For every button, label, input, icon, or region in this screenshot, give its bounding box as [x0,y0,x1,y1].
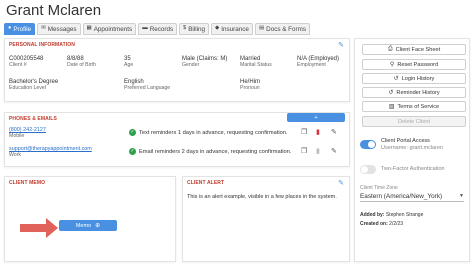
tab-messages[interactable]: ✉ Messages [37,23,81,35]
folder-icon: ▬ [142,25,148,32]
alert-text: This is an alert example, visible in a f… [187,194,337,200]
dollar-icon: $ [183,25,187,32]
field-education-level: Bachelor's Degree Education Level [9,79,59,91]
field-employment: N/A (Employed) Employment [297,56,340,68]
portal-access-toggle[interactable] [360,140,376,149]
timezone-select[interactable]: Eastern (America/New_York) ▼ [360,191,464,202]
section-title: CLIENT MEMO [9,180,46,186]
add-contact-button[interactable]: + [287,113,345,122]
client-alert-panel: CLIENT ALERT ✎ This is an alert example,… [182,176,350,262]
check-circle-icon: ✓ [129,148,136,155]
reset-password-button[interactable]: ⚲ Reset Password [362,59,466,70]
contact-row: support@therapyappointment.com Work [9,146,92,158]
field-pronoun: He/Him Pronoun [240,79,261,91]
tab-label: Insurance [221,25,249,33]
edit-icon[interactable]: ✎ [331,148,337,155]
trash-icon[interactable]: ▮ [316,129,320,136]
two-factor-label: Two-Factor Authentication [381,166,445,172]
client-face-sheet-button[interactable]: ⎙ Client Face Sheet [362,44,466,55]
caret-down-icon: ▼ [459,193,464,199]
field-date-of-birth: 8/8/88 Date of Birth [67,56,96,68]
calendar-icon: ▦ [86,25,92,32]
delete-client-button[interactable]: Delete Client [362,116,466,127]
client-name: Grant Mclaren [6,2,102,19]
created-on: Created on: 2/2/23 [360,221,404,227]
field-gender: Male (Claims: M) Gender [182,56,228,68]
field-client-number: C000205548 Client # [9,56,44,68]
reminder-note: ✓ Email reminders 2 days in advance, req… [129,148,292,155]
tab-docs-forms[interactable]: ▤ Docs & Forms [254,23,311,35]
contact-type: Work [9,152,22,158]
field-marital-status: Married Marital Status [240,56,272,68]
user-icon: ● [8,25,12,32]
tab-label: Docs & Forms [266,25,307,33]
copy-icon[interactable]: ❐ [301,148,307,155]
tab-insurance[interactable]: ◆ Insurance [211,23,253,35]
document-icon: ▤ [258,25,265,32]
reminder-history-button[interactable]: ↺ Reminder History [362,87,466,98]
added-by: Added by: Stephen Strange [360,212,424,218]
message-icon: ✉ [41,25,46,32]
contact-row: (800) 242-2127 Mobile [9,127,46,139]
contact-value[interactable]: support@therapyappointment.com [9,146,92,152]
personal-information-panel: PERSONAL INFORMATION ✎ C000205548 Client… [4,38,350,102]
trash-icon[interactable]: ▮ [316,148,320,155]
phones-emails-panel: PHONES & EMAILS + (800) 242-2127 Mobile … [4,112,350,167]
section-title: CLIENT ALERT [187,180,225,186]
copy-icon[interactable]: ❐ [301,129,307,136]
contact-type: Mobile [9,133,25,139]
field-age: 35 Age [124,56,134,68]
tab-label: Records [149,25,174,33]
two-factor-toggle[interactable] [360,165,376,174]
tab-appointments[interactable]: ▦ Appointments [82,23,137,35]
history-icon: ↺ [388,90,394,96]
portal-username: Username: grant.mclaren [381,145,444,151]
section-title: PERSONAL INFORMATION [9,42,75,48]
tab-label: Profile [13,25,32,33]
tab-label: Billing [188,25,206,33]
printer-icon: ⎙ [387,46,393,52]
terms-of-service-button[interactable]: ▧ Terms of Service [362,101,466,112]
key-icon: ⚲ [389,62,395,68]
tab-billing[interactable]: $ Billing [179,23,210,35]
reminder-note: ✓ Text reminders 1 days in advance, requ… [129,129,288,136]
plus-circle-icon: ⊕ [95,223,101,229]
edit-icon[interactable]: ✎ [338,42,344,49]
tab-label: Messages [47,25,77,33]
tab-bar: ● Profile ✉ Messages ▦ Appointments ▬ Re… [4,23,311,35]
edit-icon[interactable]: ✎ [331,129,337,136]
section-title: PHONES & EMAILS [9,116,57,122]
login-history-button[interactable]: ↺ Login History [362,73,466,84]
tab-records[interactable]: ▬ Records [138,23,178,35]
edit-icon[interactable]: ✎ [338,180,344,187]
shield-icon: ◆ [215,25,220,32]
tab-label: Appointments [93,25,133,33]
tab-profile[interactable]: ● Profile [4,23,36,35]
book-icon: ▧ [388,104,395,110]
portal-access-label: Client Portal Access [381,138,430,144]
memo-button[interactable]: Memo ⊕ [59,220,117,231]
history-icon: ↺ [393,76,399,82]
pointer-arrow [20,218,58,238]
check-circle-icon: ✓ [129,129,136,136]
field-preferred-language: English Preferred Language [124,79,171,91]
